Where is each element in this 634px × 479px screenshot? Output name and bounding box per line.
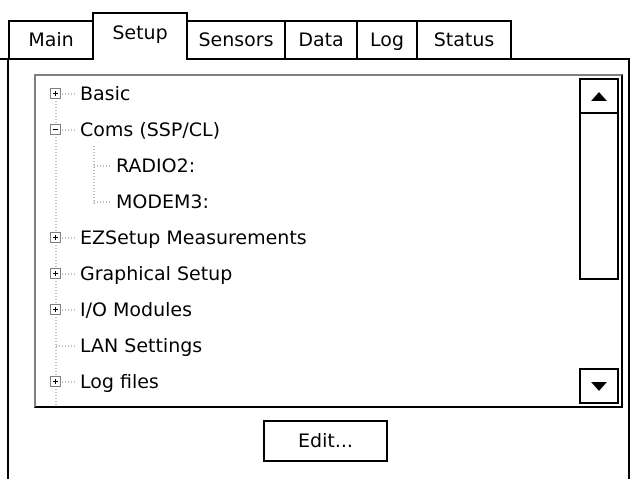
expand-plus-icon[interactable] [50,88,61,99]
tree-item-label: Graphical Setup [80,263,233,285]
tree-item-label: Log files [80,371,159,393]
scroll-thumb[interactable] [579,112,619,280]
tree-item-label: Basic [80,83,131,105]
triangle-up-icon [591,91,607,101]
collapse-minus-icon[interactable] [50,124,61,135]
expand-plus-icon[interactable] [50,376,61,387]
panel-right-border [628,58,630,479]
edit-button-label: Edit... [298,430,353,452]
tree-item-label: Coms (SSP/CL) [80,119,220,141]
tree-item-coms[interactable]: Coms (SSP/CL) [76,112,220,148]
tree-item-io-modules[interactable]: I/O Modules [76,292,192,328]
scroll-down-button[interactable] [579,368,619,404]
tree-item-log-files[interactable]: Log files [76,364,159,400]
tree-item-lan-settings[interactable]: LAN Settings [76,328,202,364]
tree-scrollbar[interactable] [579,78,619,404]
tree-item-graphical-setup[interactable]: Graphical Setup [76,256,232,292]
tree-item-radio2[interactable]: RADIO2: [112,148,195,184]
tab-status[interactable]: Status [416,20,512,60]
tree-item-modem3[interactable]: MODEM3: [112,184,209,220]
tab-data[interactable]: Data [284,20,358,60]
tree-item-basic[interactable]: Basic [76,76,130,112]
tab-data-label: Data [298,28,344,51]
tree-item-ezsetup[interactable]: EZSetup Measurements [76,220,307,256]
expand-plus-icon[interactable] [50,232,61,243]
tab-sensors-label: Sensors [198,28,274,51]
tab-status-label: Status [433,28,495,51]
expand-plus-icon[interactable] [50,304,61,315]
tree-item-label: MODEM3: [116,191,209,213]
panel-left-border [7,58,9,479]
tab-sensors[interactable]: Sensors [186,20,286,60]
tab-main-label: Main [28,28,74,51]
tab-setup[interactable]: Setup [92,12,188,60]
tree-item-label: I/O Modules [80,299,192,321]
edit-button[interactable]: Edit... [263,420,388,462]
tab-log[interactable]: Log [356,20,418,60]
tree-item-label: RADIO2: [116,155,196,177]
tab-main[interactable]: Main [8,20,94,60]
triangle-down-icon [591,381,607,391]
tree-item-label: LAN Settings [80,335,203,357]
tab-setup-label: Setup [112,21,168,44]
tab-log-label: Log [370,28,404,51]
tree-item-label: EZSetup Measurements [80,227,307,249]
setup-tree-view[interactable]: Basic Coms (SSP/CL) RADIO2: MODEM3: EZSe… [34,74,623,408]
expand-plus-icon[interactable] [50,268,61,279]
scroll-up-button[interactable] [579,78,619,114]
